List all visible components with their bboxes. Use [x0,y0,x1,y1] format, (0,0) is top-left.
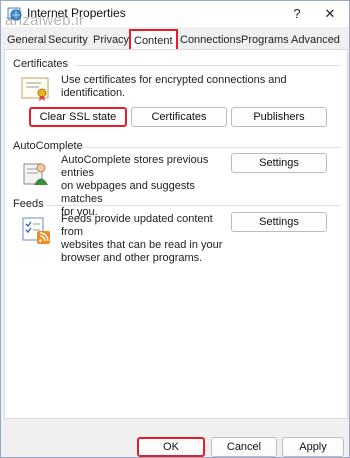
autocomplete-description: AutoComplete stores previous entries on … [61,154,231,219]
feeds-section-label: Feeds [13,198,44,210]
tab-general[interactable]: General [4,31,49,49]
tab-privacy[interactable]: Privacy [90,31,132,49]
help-icon: ? [293,6,301,21]
tab-content[interactable]: Content [129,29,178,49]
dialog-footer: OK Cancel Apply [1,431,349,458]
feeds-description-line: websites that can be read in your [61,239,223,251]
feeds-description-line: Feeds provide updated content from [61,213,213,238]
ok-button[interactable]: OK [137,437,205,457]
content-tab-panel: Certificates Use certificates for encryp… [4,49,348,419]
watermark-text: anzalweb.ir [5,12,85,29]
autocomplete-settings-button[interactable]: Settings [231,153,327,173]
autocomplete-divider [81,147,341,148]
tab-programs[interactable]: Programs [238,31,292,49]
feeds-settings-button[interactable]: Settings [231,212,327,232]
cancel-button[interactable]: Cancel [211,437,277,457]
feeds-description: Feeds provide updated content from websi… [61,213,231,265]
close-button[interactable]: ✕ [319,4,341,24]
tab-advanced[interactable]: Advanced [288,31,343,49]
certificates-button[interactable]: Certificates [131,107,227,127]
autocomplete-icon [23,163,48,185]
certificates-divider [75,65,341,66]
clear-ssl-state-button[interactable]: Clear SSL state [29,107,127,127]
help-button[interactable]: ? [286,4,308,24]
autocomplete-description-line: AutoComplete stores previous entries [61,154,209,179]
tab-security[interactable]: Security [45,31,91,49]
autocomplete-section-label: AutoComplete [13,140,83,152]
internet-properties-dialog: Internet Properties anzalweb.ir ? ✕ Gene… [0,0,350,458]
certificates-description: Use certificates for encrypted connectio… [61,74,287,99]
tab-strip: General Security Privacy Content Connect… [3,29,349,49]
feeds-divider [47,205,341,206]
apply-button[interactable]: Apply [282,437,344,457]
tab-connections[interactable]: Connections [177,31,244,49]
certificate-icon [21,77,49,101]
title-bar: Internet Properties anzalweb.ir ? ✕ [1,1,349,29]
publishers-button[interactable]: Publishers [231,107,327,127]
feeds-icon [22,217,50,244]
certificates-section-label: Certificates [13,58,69,70]
feeds-description-line: browser and other programs. [61,252,203,264]
autocomplete-description-line: on webpages and suggests matches [61,180,195,205]
close-icon: ✕ [324,6,336,21]
